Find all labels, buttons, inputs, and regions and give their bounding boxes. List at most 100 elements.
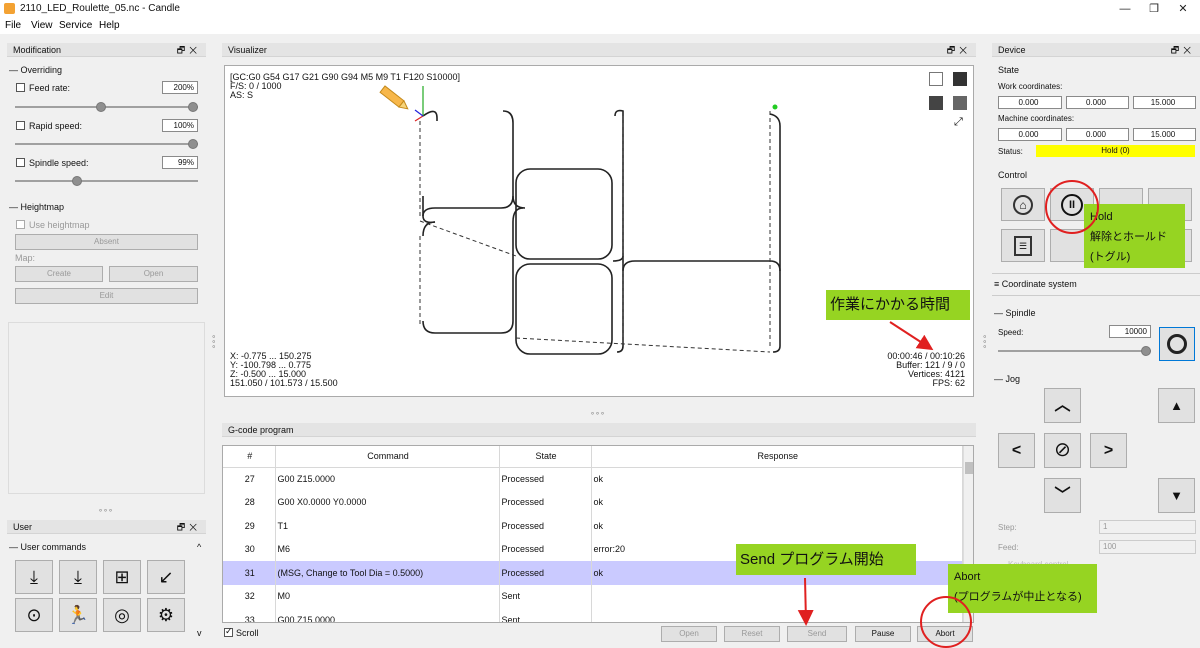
speed-input[interactable]: 10000 <box>1109 325 1151 338</box>
user-command-button[interactable]: ⤓ <box>15 560 53 594</box>
col-state[interactable]: State <box>499 446 592 468</box>
jog-y-plus-button[interactable]: ︿ <box>1044 388 1081 423</box>
view-top-icon[interactable] <box>953 96 967 110</box>
overriding-section[interactable]: — Overriding <box>9 65 62 75</box>
check-mode-button[interactable]: ☰ <box>1001 229 1045 262</box>
user-panel-buttons[interactable]: 🗗✕ <box>177 520 201 534</box>
close-button[interactable]: ✕ <box>1163 1 1200 17</box>
visualizer-title: Visualizer <box>228 45 267 55</box>
menu-file[interactable]: File <box>5 20 21 31</box>
home-button[interactable]: ⌂ <box>1001 188 1045 221</box>
device-panel-buttons[interactable]: 🗗✕ <box>1171 43 1195 57</box>
panel-buttons[interactable]: 🗗✕ <box>177 43 201 57</box>
user-commands-section[interactable]: — User commands <box>9 542 86 552</box>
jog-z-minus-button[interactable]: ▼ <box>1158 478 1195 513</box>
user-command-button[interactable]: ↙ <box>147 560 185 594</box>
spindle-slider-knob[interactable] <box>1141 346 1151 356</box>
rapid-speed-label: Rapid speed: <box>29 121 83 131</box>
menu-help[interactable]: Help <box>99 20 120 31</box>
open-button[interactable]: Open <box>661 626 717 642</box>
spindle-speed-checkbox[interactable] <box>16 158 25 167</box>
view-left-icon[interactable] <box>929 96 943 110</box>
user-command-button[interactable]: ⤓ <box>59 560 97 594</box>
spindle-speed-slider[interactable] <box>15 180 198 182</box>
feed-rate-input[interactable]: 200% <box>162 81 198 94</box>
row-number: 27 <box>223 467 276 491</box>
spindle-speed-knob[interactable] <box>72 176 82 186</box>
col-number[interactable]: # <box>223 446 276 468</box>
feed-select[interactable]: 100 <box>1099 540 1196 554</box>
spindle-slider[interactable] <box>998 350 1151 352</box>
jog-stop-button[interactable]: ⊘ <box>1044 433 1081 468</box>
annotation-arrows <box>797 321 934 626</box>
rapid-speed-input[interactable]: 100% <box>162 119 198 132</box>
user-command-button[interactable]: 🏃 <box>59 598 97 632</box>
user-cmd-5-icon: ⊙ <box>26 605 42 625</box>
row-command: M0 <box>275 584 500 608</box>
center-splitter[interactable]: ∘∘∘ <box>590 409 605 418</box>
use-heightmap-label: Use heightmap <box>29 220 90 230</box>
menu-service[interactable]: Service <box>59 20 92 31</box>
feed-rate-knob[interactable] <box>188 102 198 112</box>
jog-x-minus-button[interactable]: < <box>998 433 1035 468</box>
create-button[interactable]: Create <box>15 266 103 282</box>
machine-x: 0.000 <box>998 128 1062 141</box>
splitter-handle[interactable]: ∘∘∘ <box>98 506 113 515</box>
jog-y-minus-button[interactable]: ﹀ <box>1044 478 1081 513</box>
gcode-scroll-thumb[interactable] <box>965 462 973 474</box>
spindle-toggle-button[interactable] <box>1159 327 1195 361</box>
scroll-checkbox[interactable]: ✓ <box>224 626 233 637</box>
hold-highlight-circle <box>1045 180 1099 234</box>
app-icon <box>4 3 15 14</box>
use-heightmap-checkbox[interactable] <box>16 220 25 229</box>
modification-title: Modification <box>13 45 62 55</box>
menu-view[interactable]: View <box>31 20 53 31</box>
user-command-button[interactable]: ⚙ <box>147 598 185 632</box>
row-state: Processed <box>499 561 592 585</box>
jog-z-plus-button[interactable]: ▲ <box>1158 388 1195 423</box>
feed-rate-marker <box>96 102 106 112</box>
coord-divider <box>992 295 1200 296</box>
col-command[interactable]: Command <box>275 446 500 468</box>
view-front-icon[interactable] <box>953 72 967 86</box>
device-header: Device 🗗✕ <box>992 43 1200 57</box>
spindle-speed-input[interactable]: 99% <box>162 156 198 169</box>
row-number: 33 <box>223 608 276 622</box>
heightmap-section[interactable]: — Heightmap <box>9 202 64 212</box>
row-command: T1 <box>275 514 500 538</box>
reset-button[interactable]: Reset <box>724 626 780 642</box>
status-value: Hold (0) <box>1036 145 1195 157</box>
edit-button[interactable]: Edit <box>15 288 198 304</box>
heightmap-label: Heightmap <box>20 202 65 212</box>
user-command-button[interactable]: ⊙ <box>15 598 53 632</box>
visualizer-panel-buttons[interactable]: 🗗✕ <box>947 43 971 57</box>
hold-annotation-desc: 解除とホールド <box>1090 231 1167 243</box>
user-header: User 🗗✕ <box>7 520 206 534</box>
overriding-label: Overriding <box>20 65 63 75</box>
user-command-button[interactable]: ◎ <box>103 598 141 632</box>
rapid-speed-knob[interactable] <box>188 139 198 149</box>
rapid-speed-slider[interactable] <box>15 143 198 145</box>
user-command-button[interactable]: ⊞ <box>103 560 141 594</box>
row-command: (MSG, Change to Tool Dia = 0.5000) <box>275 561 500 585</box>
spindle-section[interactable]: — Spindle <box>994 308 1036 318</box>
scroll-up-icon[interactable]: ^ <box>197 542 201 552</box>
right-splitter[interactable]: ∘∘∘ <box>980 334 989 349</box>
row-state: Processed <box>499 514 592 538</box>
view-iso-icon[interactable] <box>929 72 943 86</box>
rapid-speed-checkbox[interactable] <box>16 121 25 130</box>
scroll-down-icon[interactable]: v <box>197 628 202 638</box>
jog-x-plus-button[interactable]: > <box>1090 433 1127 468</box>
heightmap-absent-button[interactable]: Absent <box>15 234 198 250</box>
fit-view-icon[interactable]: ⤢ <box>954 116 963 129</box>
feed-rate-slider[interactable] <box>15 106 198 108</box>
step-select[interactable]: 1 <box>1099 520 1196 534</box>
hold-annotation-toggle: (トグル) <box>1090 251 1131 263</box>
jog-section[interactable]: — Jog <box>994 374 1020 384</box>
feed-rate-checkbox[interactable] <box>16 83 25 92</box>
left-splitter[interactable]: ∘∘∘ <box>209 334 218 349</box>
work-y: 0.000 <box>1066 96 1129 109</box>
coordinate-system-section[interactable]: ≡ Coordinate system <box>994 279 1077 289</box>
heightmap-open-button[interactable]: Open <box>109 266 198 282</box>
dimensions: 151.050 / 101.573 / 15.500 <box>230 378 338 388</box>
